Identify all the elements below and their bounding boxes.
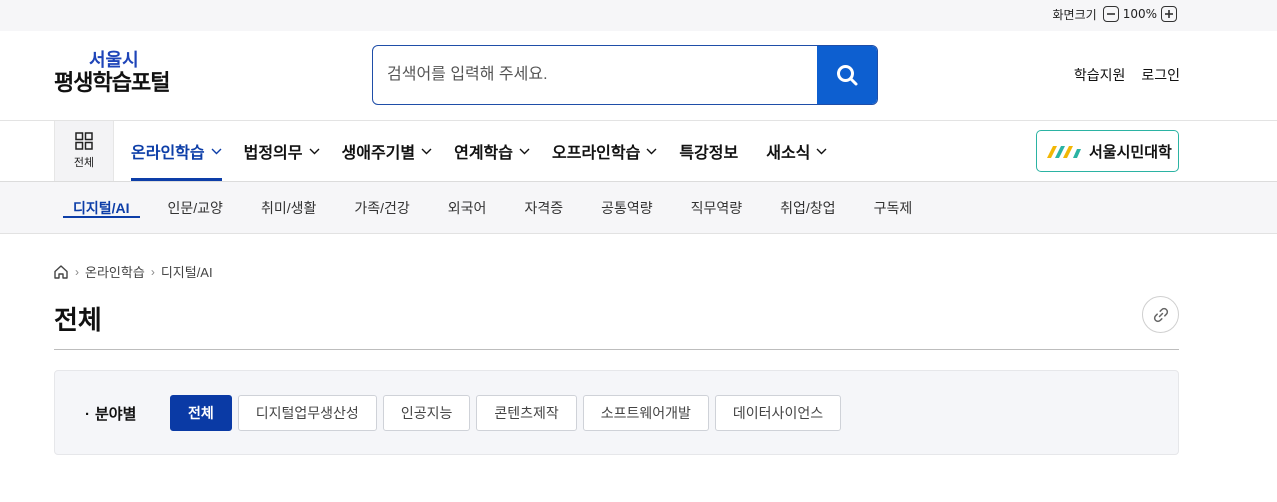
subnav-item-family-health[interactable]: 가족/건강 [344, 182, 419, 233]
subnav-item-certificate[interactable]: 자격증 [514, 182, 573, 233]
login-link[interactable]: 로그인 [1141, 65, 1180, 85]
chevron-down-icon [309, 148, 319, 154]
zoom-label: 화면크기 [1052, 7, 1097, 22]
filter-chip-all[interactable]: 전체 [170, 395, 232, 431]
gnb-item-offline[interactable]: 오프라인학습 [552, 121, 657, 181]
subnav-item-common-skills[interactable]: 공통역량 [591, 182, 663, 233]
chevron-down-icon [519, 148, 530, 154]
site-logo[interactable]: 서울시 평생학습포털 [54, 51, 184, 97]
filter-chips: 전체 디지털업무생산성 인공지능 콘텐츠제작 소프트웨어개발 데이터사이언스 [170, 395, 847, 431]
main-navigation: 전체 온라인학습 법정의무 생애주기별 연계학습 오프라인학습 특강정보 새소식 [0, 121, 1277, 182]
search-box [372, 45, 878, 105]
citizen-university-label: 서울시민대학 [1089, 142, 1172, 161]
plus-icon [1165, 10, 1173, 18]
zoom-value: 100% [1122, 7, 1157, 21]
title-divider [54, 349, 1179, 350]
page-title: 전체 [54, 306, 102, 336]
filter-chip-content[interactable]: 콘텐츠제작 [476, 395, 577, 431]
utility-bar: 화면크기 100% [0, 0, 1277, 31]
zoom-out-button[interactable] [1102, 6, 1119, 22]
logo-line1: 서울시 [89, 50, 139, 71]
category-subnav: 디지털/AI 인문/교양 취미/생활 가족/건강 외국어 자격증 공통역량 직무… [0, 182, 1277, 234]
copy-link-button[interactable] [1142, 296, 1179, 333]
gnb-item-lifecycle[interactable]: 생애주기별 [342, 121, 433, 181]
all-menu-label: 전체 [73, 156, 95, 169]
logo-line2: 평생학습포털 [54, 71, 170, 96]
gnb-item-legal[interactable]: 법정의무 [244, 121, 320, 181]
breadcrumb-item[interactable]: 온라인학습 [85, 262, 145, 281]
citizen-university-button[interactable]: 서울시민대학 [1036, 130, 1179, 172]
site-header: 서울시 평생학습포털 학습지원 로그인 [0, 31, 1277, 121]
subnav-item-digital-ai[interactable]: 디지털/AI [63, 182, 140, 233]
chevron-down-icon [211, 148, 222, 154]
breadcrumb: › 온라인학습 › 디지털/AI [53, 262, 213, 281]
header-links: 학습지원 로그인 [1074, 65, 1180, 85]
subnav-item-career[interactable]: 취업/창업 [770, 182, 845, 233]
gnb-item-label: 온라인학습 [131, 145, 205, 162]
subnav-item-subscription[interactable]: 구독제 [864, 182, 923, 233]
zoom-control: 화면크기 100% [1053, 5, 1180, 23]
filter-chip-software[interactable]: 소프트웨어개발 [582, 395, 709, 431]
chevron-down-icon [816, 148, 827, 154]
gnb-item-news[interactable]: 새소식 [766, 121, 827, 181]
chevron-right-icon: › [150, 264, 155, 279]
breadcrumb-item[interactable]: 디지털/AI [161, 262, 213, 281]
grid-icon [75, 132, 93, 150]
gnb-item-online[interactable]: 온라인학습 [131, 121, 222, 181]
subnav-list: 디지털/AI 인문/교양 취미/생활 가족/건강 외국어 자격증 공통역량 직무… [63, 182, 940, 233]
gnb-item-label: 오프라인학습 [552, 145, 641, 162]
subnav-item-language[interactable]: 외국어 [438, 182, 497, 233]
link-icon [1153, 307, 1168, 322]
filter-chip-data-science[interactable]: 데이터사이언스 [714, 395, 842, 431]
gnb-menu: 온라인학습 법정의무 생애주기별 연계학습 오프라인학습 특강정보 새소식 [131, 121, 849, 181]
home-icon[interactable] [53, 264, 69, 280]
filter-chip-productivity[interactable]: 디지털업무생산성 [237, 395, 377, 431]
search-button[interactable] [817, 46, 877, 104]
gnb-item-label: 법정의무 [243, 145, 303, 162]
gnb-item-label: 새소식 [766, 145, 811, 162]
subnav-item-job-skills[interactable]: 직무역량 [681, 182, 753, 233]
search-input[interactable] [373, 46, 818, 103]
learning-support-link[interactable]: 학습지원 [1074, 65, 1126, 85]
field-filter-box: · 분야별 전체 디지털업무생산성 인공지능 콘텐츠제작 소프트웨어개발 데이터사… [54, 370, 1179, 455]
filter-chip-ai[interactable]: 인공지능 [382, 395, 471, 431]
all-menu-button[interactable]: 전체 [54, 121, 114, 181]
minus-icon [1106, 13, 1115, 15]
gnb-item-linked[interactable]: 연계학습 [454, 121, 530, 181]
subnav-item-hobby[interactable]: 취미/생활 [251, 182, 326, 233]
search-icon [837, 65, 858, 86]
filter-label-text: 분야별 [95, 406, 137, 423]
chevron-down-icon [646, 148, 657, 154]
citizen-university-logo [1047, 146, 1081, 158]
chevron-right-icon: › [75, 264, 79, 279]
gnb-item-label: 특강정보 [679, 145, 739, 162]
gnb-item-label: 연계학습 [454, 145, 513, 162]
gnb-item-label: 생애주기별 [341, 145, 416, 162]
chevron-down-icon [421, 148, 432, 154]
gnb-item-lecture[interactable]: 특강정보 [679, 121, 738, 181]
subnav-item-humanities[interactable]: 인문/교양 [158, 182, 233, 233]
filter-label: · 분야별 [85, 406, 137, 423]
zoom-in-button[interactable] [1161, 6, 1177, 22]
